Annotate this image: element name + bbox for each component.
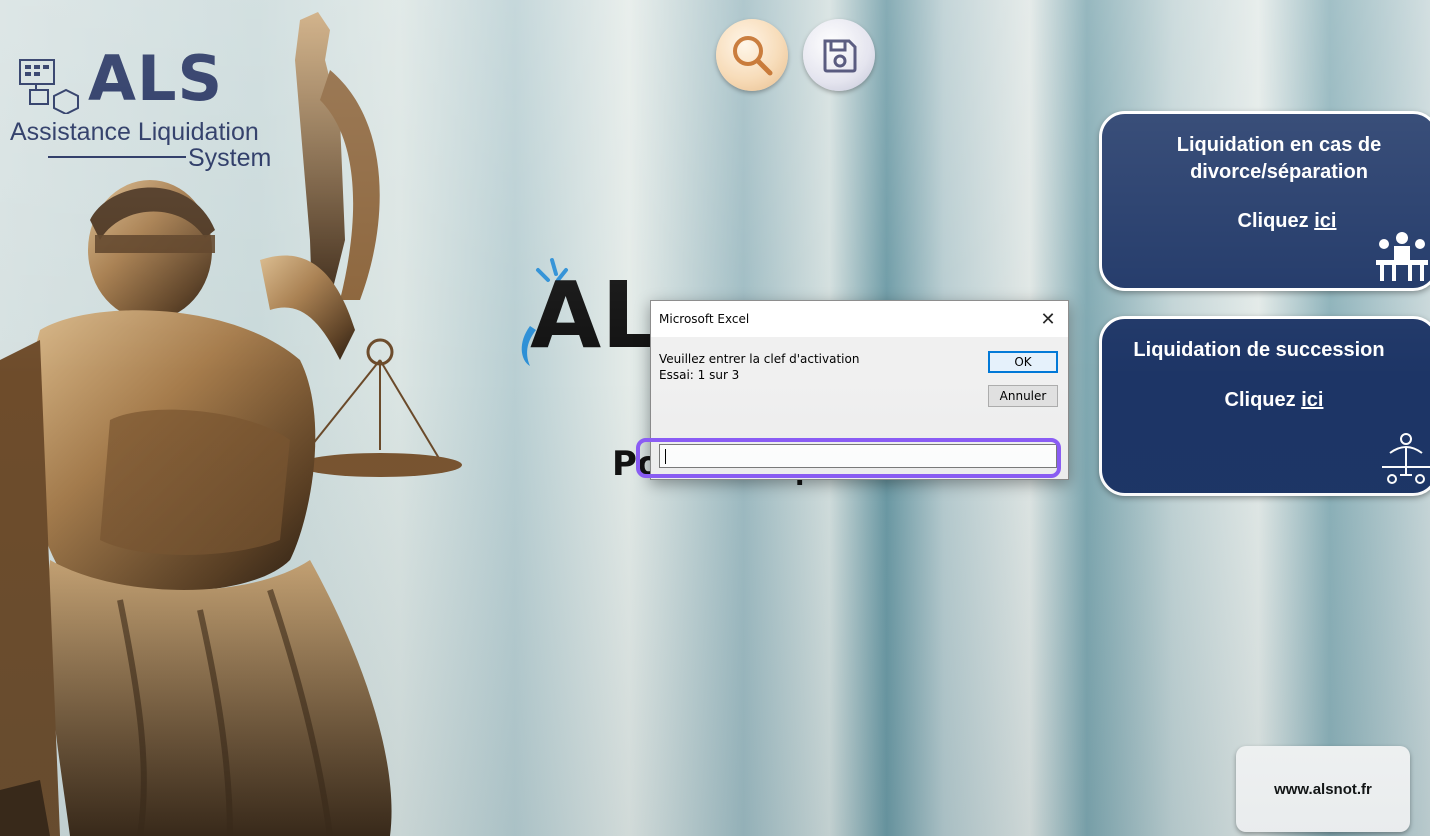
logo-subtitle-line1: Assistance Liquidation — [10, 118, 259, 146]
logo-underline — [48, 156, 186, 158]
activation-key-input[interactable] — [659, 444, 1057, 468]
succession-panel-title: Liquidation de succession — [1133, 339, 1385, 361]
succession-cta-link[interactable]: ici — [1301, 389, 1323, 411]
website-link-button[interactable]: www.alsnot.fr — [1236, 746, 1410, 832]
divorce-cta-prefix: Cliquez — [1237, 210, 1315, 232]
logo-subtitle-line2: System — [188, 144, 272, 172]
close-icon[interactable]: ✕ — [1028, 301, 1068, 337]
divorce-panel-title: Liquidation en cas de divorce/séparation — [1176, 134, 1382, 183]
succession-panel-cta[interactable]: Cliquez ici — [1112, 389, 1430, 412]
activation-key-dialog: Microsoft Excel ✕ Veuillez entrer la cle… — [650, 300, 1069, 480]
search-button[interactable] — [716, 19, 788, 91]
cancel-button[interactable]: Annuler — [988, 385, 1058, 407]
network-computer-icon — [19, 59, 79, 114]
dialog-message: Veuillez entrer la clef d'activation — [659, 352, 860, 366]
divorce-liquidation-panel[interactable]: Liquidation en cas de divorce/séparation… — [1099, 111, 1430, 291]
dialog-titlebar[interactable]: Microsoft Excel ✕ — [651, 301, 1068, 337]
logo-wordmark: ALS — [88, 42, 224, 115]
ok-button[interactable]: OK — [988, 351, 1058, 373]
dialog-title: Microsoft Excel — [659, 312, 750, 326]
succession-cta-prefix: Cliquez — [1224, 389, 1302, 411]
app-background: ALS Assistance Liquidation System AL Po … — [0, 0, 1430, 836]
center-logo-text: AL — [530, 262, 660, 369]
als-logo: ALS Assistance Liquidation System — [10, 44, 290, 174]
balance-scale-people-icon — [1382, 433, 1430, 484]
succession-liquidation-panel[interactable]: Liquidation de succession Cliquez ici — [1099, 316, 1430, 496]
meeting-people-icon — [1376, 232, 1428, 281]
floppy-disk-icon — [823, 39, 857, 73]
magnifier-icon — [733, 36, 773, 76]
divorce-cta-link[interactable]: ici — [1314, 210, 1336, 232]
save-button[interactable] — [803, 19, 875, 91]
text-caret — [665, 449, 666, 464]
dialog-attempt-counter: Essai: 1 sur 3 — [659, 368, 740, 382]
